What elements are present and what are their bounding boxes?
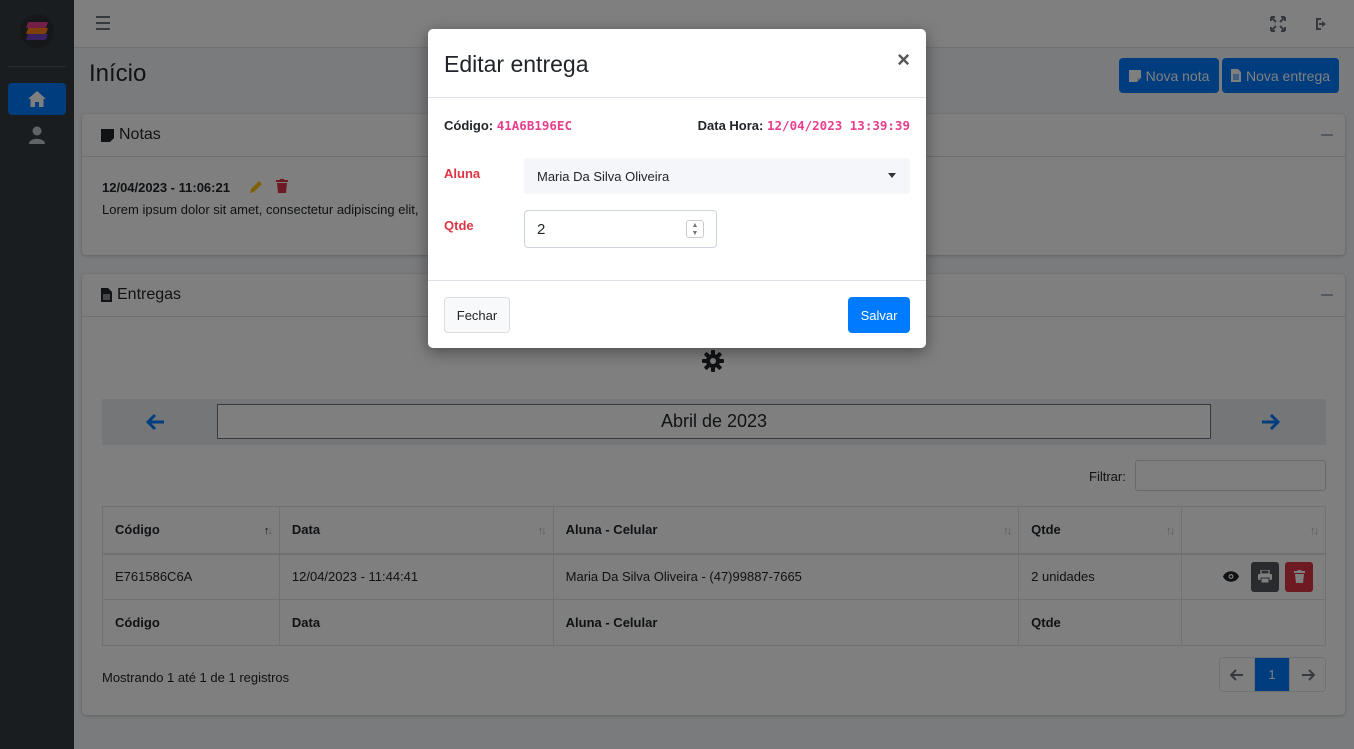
modal-title: Editar entrega — [444, 51, 589, 77]
save-button[interactable]: Salvar — [848, 297, 910, 333]
modal-footer: Fechar Salvar — [428, 280, 926, 348]
number-spinner[interactable]: ▲ ▼ — [686, 220, 704, 238]
modal-header: Editar entrega × — [428, 29, 926, 98]
datahora-value: 12/04/2023 13:39:39 — [767, 118, 910, 133]
codigo-label: Código: — [444, 118, 494, 133]
qtde-input[interactable]: 2 ▲ ▼ — [524, 210, 717, 248]
codigo-value: 41A6B196EC — [496, 118, 572, 133]
edit-delivery-modal: Editar entrega × Código: 41A6B196EC Data… — [428, 29, 926, 348]
aluna-select[interactable]: Maria Da Silva Oliveira — [524, 158, 910, 194]
aluna-selected-value: Maria Da Silva Oliveira — [537, 168, 670, 184]
codigo-field: Código: 41A6B196EC — [444, 118, 572, 133]
qtde-label: Qtde — [444, 218, 474, 233]
aluna-label: Aluna — [444, 166, 481, 181]
caret-down-icon — [888, 173, 896, 178]
datahora-label: Data Hora: — [697, 118, 764, 133]
qtde-value: 2 — [537, 220, 546, 238]
close-button[interactable]: Fechar — [444, 297, 510, 333]
datahora-field: Data Hora: 12/04/2023 13:39:39 — [698, 118, 910, 133]
close-icon[interactable]: × — [897, 47, 910, 73]
